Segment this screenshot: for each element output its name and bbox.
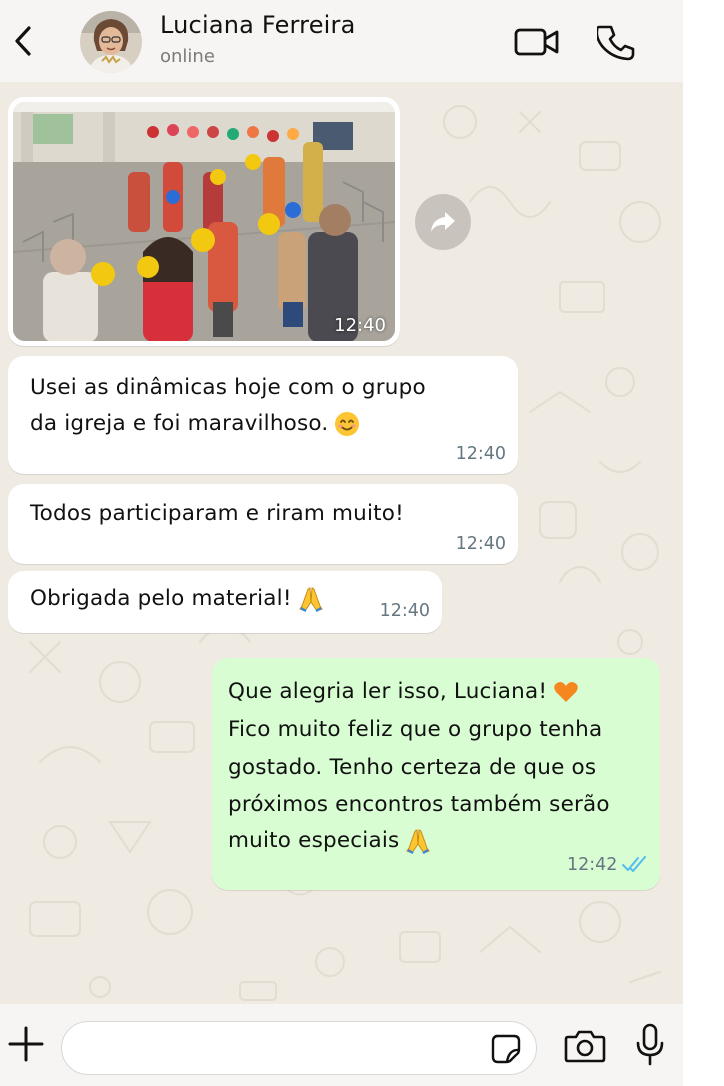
message-time: 12:40 xyxy=(379,601,430,621)
video-camera-icon[interactable] xyxy=(514,26,560,58)
message-line: Obrigada pelo material! xyxy=(30,586,292,611)
forward-icon[interactable] xyxy=(415,194,471,250)
message-time: 12:40 xyxy=(334,315,386,336)
message-line: Que alegria ler isso, Luciana! xyxy=(228,679,548,704)
message-line: Todos participaram e riram muito! xyxy=(30,501,404,526)
plus-icon[interactable] xyxy=(8,1024,44,1064)
message-line: Fico muito feliz que o grupo tenha xyxy=(228,717,603,742)
message-line-wrap: muito especiais xyxy=(228,823,431,859)
message-line: Usei as dinâmicas hoje com o grupo xyxy=(30,375,426,400)
message-line-wrap: Obrigada pelo material! xyxy=(30,581,324,617)
orange-heart-emoji-icon xyxy=(553,680,579,704)
composer-bar xyxy=(0,1004,683,1086)
microphone-icon[interactable] xyxy=(634,1023,666,1067)
shared-photo[interactable] xyxy=(13,102,395,341)
message-time: 12:40 xyxy=(455,534,506,554)
camera-icon[interactable] xyxy=(564,1027,606,1065)
image-message[interactable]: 12:40 xyxy=(8,97,400,346)
contact-name[interactable]: Luciana Ferreira xyxy=(160,11,356,39)
message-line: da igreja e foi maravilhoso. xyxy=(30,411,329,436)
message-time: 12:42 xyxy=(567,855,618,875)
double-check-icon xyxy=(622,856,650,874)
message-input-box[interactable] xyxy=(61,1021,537,1075)
chat-screen: Luciana Ferreira online 12:40 Usei as di… xyxy=(0,0,683,1086)
phone-icon[interactable] xyxy=(597,24,635,62)
sticker-icon[interactable] xyxy=(490,1033,522,1065)
message-line: gostado. Tenho certeza de que os xyxy=(228,755,597,780)
message-line-wrap: da igreja e foi maravilhoso. xyxy=(30,406,360,442)
folded-hands-emoji-icon xyxy=(405,828,431,854)
message-line: próximos encontros também serão xyxy=(228,792,610,817)
folded-hands-emoji-icon xyxy=(298,586,324,612)
chevron-left-icon[interactable] xyxy=(8,22,38,60)
avatar[interactable] xyxy=(80,11,142,73)
message-input[interactable] xyxy=(82,1032,482,1064)
message-line-wrap: Que alegria ler isso, Luciana! xyxy=(228,674,579,710)
message-line: muito especiais xyxy=(228,828,400,853)
incoming-message[interactable]: Todos participaram e riram muito! 12:40 xyxy=(8,484,518,564)
chat-header: Luciana Ferreira online xyxy=(0,0,683,82)
incoming-message[interactable]: Usei as dinâmicas hoje com o grupo da ig… xyxy=(8,356,518,474)
contact-status: online xyxy=(160,46,215,67)
message-time: 12:40 xyxy=(455,444,506,464)
incoming-message[interactable]: Obrigada pelo material! 12:40 xyxy=(8,571,442,633)
smiling-face-emoji-icon xyxy=(334,411,360,437)
outgoing-message[interactable]: Que alegria ler isso, Luciana! Fico muit… xyxy=(212,658,660,890)
